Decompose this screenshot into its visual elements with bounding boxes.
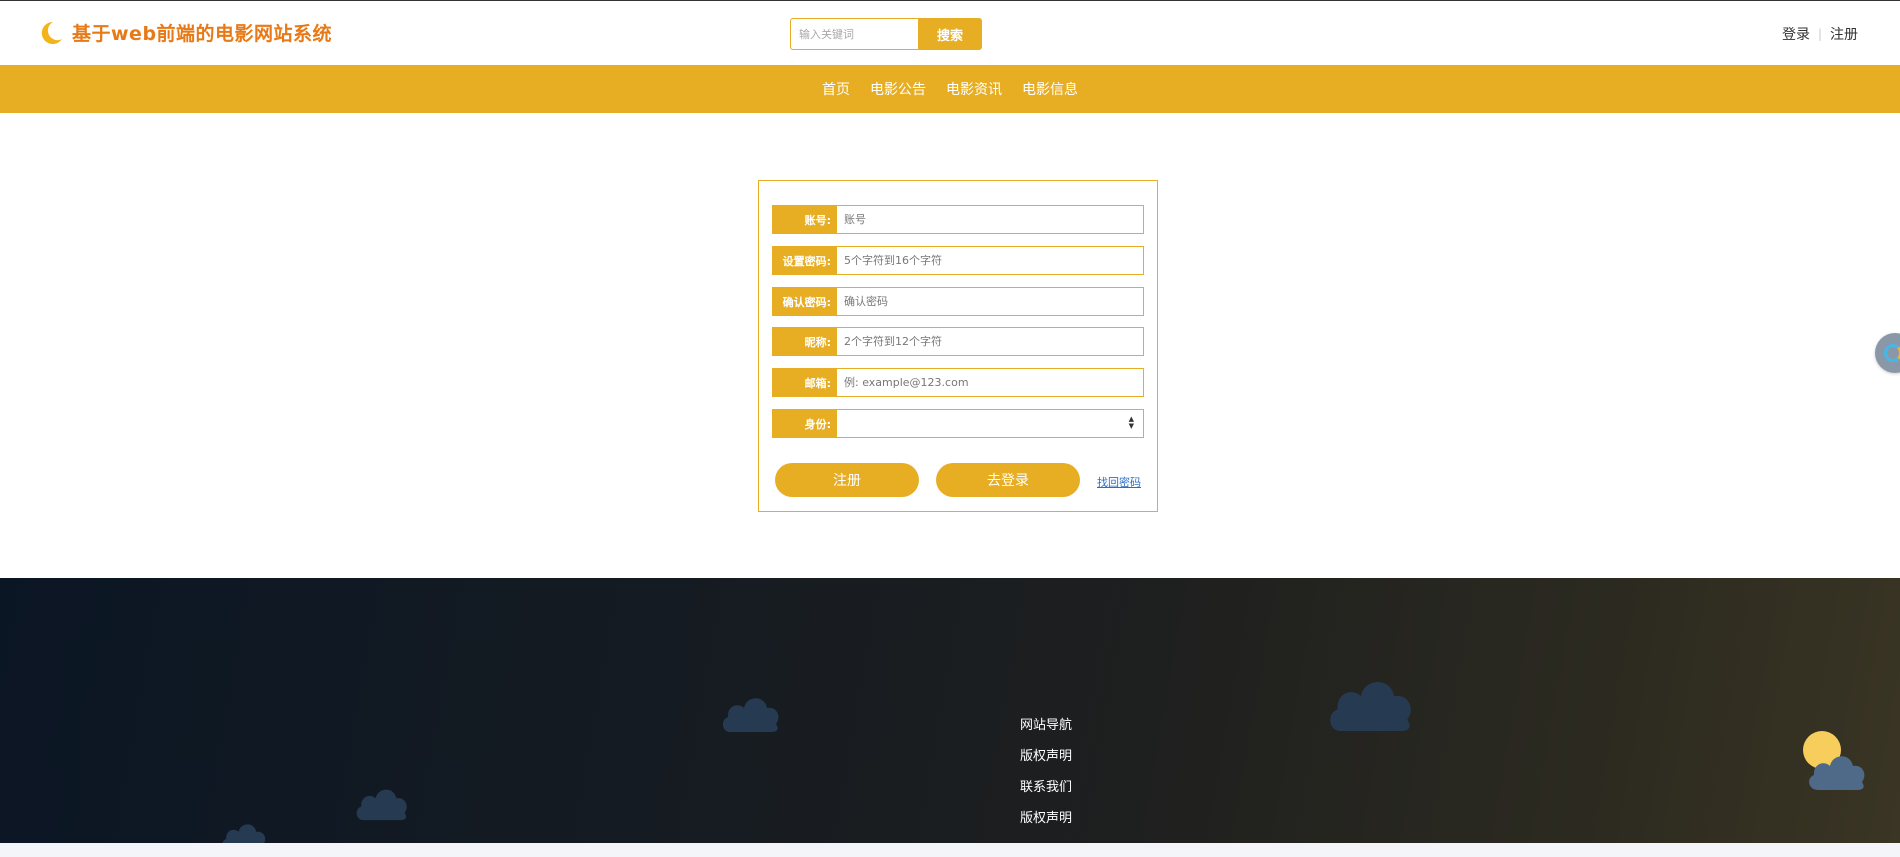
search-bar: 搜索 xyxy=(790,18,982,50)
confirm-password-label: 确认密码: xyxy=(772,287,837,316)
moon-icon xyxy=(41,21,62,44)
form-row-nickname: 昵称: xyxy=(772,327,1144,356)
password-input[interactable] xyxy=(837,246,1144,275)
form-row-email: 邮箱: xyxy=(772,368,1144,397)
password-label: 设置密码: xyxy=(772,246,837,275)
register-button[interactable]: 注册 xyxy=(775,463,919,497)
nickname-input[interactable] xyxy=(837,327,1144,356)
link-separator: | xyxy=(1817,27,1822,41)
site-logo[interactable]: 基于web前端的电影网站系统 xyxy=(38,19,332,46)
footer-link-copyright[interactable]: 版权声明 xyxy=(1020,748,1072,766)
search-button[interactable]: 搜索 xyxy=(918,18,982,50)
footer-link-site-nav[interactable]: 网站导航 xyxy=(1020,717,1072,735)
nickname-label: 昵称: xyxy=(772,327,837,356)
forgot-password-link[interactable]: 找回密码 xyxy=(1097,474,1141,490)
email-input[interactable] xyxy=(837,368,1144,397)
form-row-password: 设置密码: xyxy=(772,246,1144,275)
sun-icon xyxy=(1803,731,1865,790)
header: 基于web前端的电影网站系统 搜索 登录 | 注册 xyxy=(0,0,1900,65)
cloud-icon xyxy=(722,698,779,732)
bottom-strip xyxy=(0,843,1900,857)
account-label: 账号: xyxy=(772,205,837,234)
footer-link-contact[interactable]: 联系我们 xyxy=(1020,779,1072,797)
cloud-icon xyxy=(222,824,266,843)
account-input[interactable] xyxy=(837,205,1144,234)
nav-item-announcements[interactable]: 电影公告 xyxy=(870,79,926,99)
user-links: 登录 | 注册 xyxy=(1782,24,1858,44)
footer-links: 网站导航 版权声明 联系我们 版权声明 xyxy=(1020,717,1072,828)
role-label: 身份: xyxy=(772,409,837,438)
footer-link-copyright-2[interactable]: 版权声明 xyxy=(1020,810,1072,828)
select-arrows-icon: ▲ ▼ xyxy=(1128,415,1134,430)
role-select[interactable]: ▲ ▼ xyxy=(837,409,1144,438)
register-link[interactable]: 注册 xyxy=(1830,24,1858,44)
cloud-icon xyxy=(1330,682,1411,732)
email-label: 邮箱: xyxy=(772,368,837,397)
form-row-confirm-password: 确认密码: xyxy=(772,287,1144,316)
go-login-button[interactable]: 去登录 xyxy=(936,463,1080,497)
main-nav: 首页 电影公告 电影资讯 电影信息 xyxy=(0,65,1900,113)
nav-item-home[interactable]: 首页 xyxy=(822,79,850,99)
widget-ring-icon xyxy=(1884,344,1900,362)
form-row-account: 账号: xyxy=(772,205,1144,234)
register-form: 账号: 设置密码: 确认密码: 昵称: 邮箱: 身份: ▲▼ 注册 去登录 找回… xyxy=(758,180,1158,512)
nav-item-movies[interactable]: 电影信息 xyxy=(1022,79,1078,99)
footer: 网站导航 版权声明 联系我们 版权声明 xyxy=(0,578,1900,843)
form-row-role: 身份: ▲ ▼ xyxy=(772,409,1144,438)
confirm-password-input[interactable] xyxy=(837,287,1144,316)
site-title: 基于web前端的电影网站系统 xyxy=(72,23,333,45)
search-input[interactable] xyxy=(790,18,918,50)
login-link[interactable]: 登录 xyxy=(1782,24,1810,44)
nav-item-news[interactable]: 电影资讯 xyxy=(946,79,1002,99)
floating-widget[interactable] xyxy=(1875,333,1900,373)
cloud-icon xyxy=(356,789,407,821)
